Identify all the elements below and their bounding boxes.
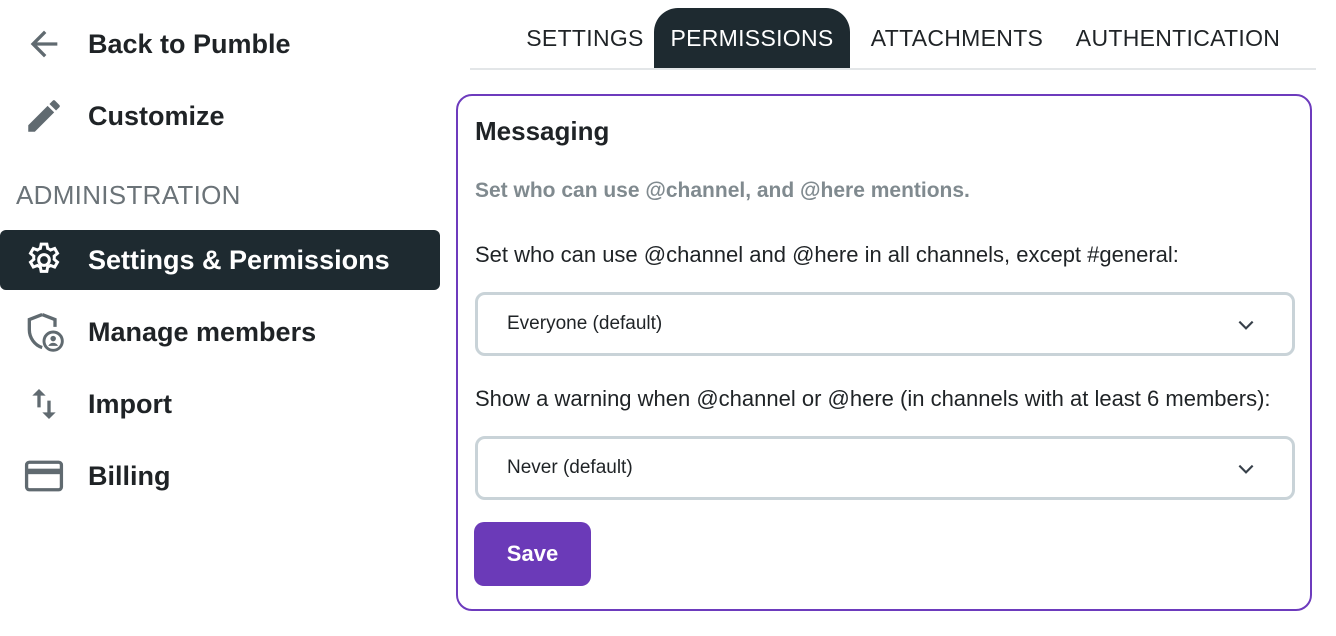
chevron-down-icon bbox=[1238, 464, 1254, 474]
select-value: Everyone (default) bbox=[507, 313, 663, 334]
select-value: Never (default) bbox=[507, 457, 633, 478]
pencil-icon bbox=[20, 92, 68, 140]
channel-mentions-label: Set who can use @channel and @here in al… bbox=[475, 242, 1179, 267]
settings-tabs: SETTINGS PERMISSIONS ATTACHMENTS AUTHENT… bbox=[470, 8, 1316, 70]
card-description: Set who can use @channel, and @here ment… bbox=[475, 179, 970, 202]
sidebar-item-label: Settings & Permissions bbox=[88, 244, 390, 275]
chevron-down-icon bbox=[1238, 320, 1254, 330]
arrow-left-icon bbox=[20, 20, 68, 68]
tab-permissions[interactable]: PERMISSIONS bbox=[654, 8, 850, 68]
tab-attachments[interactable]: ATTACHMENTS bbox=[862, 8, 1052, 68]
swap-vertical-icon bbox=[20, 380, 68, 428]
sidebar-item-label: Billing bbox=[88, 460, 171, 491]
channel-mentions-select[interactable]: Everyone (default) bbox=[475, 292, 1295, 356]
mention-warning-label: Show a warning when @channel or @here (i… bbox=[475, 386, 1271, 411]
save-button[interactable]: Save bbox=[474, 522, 591, 586]
sidebar-item-manage-members[interactable]: Manage members bbox=[0, 302, 440, 362]
back-to-pumble-link[interactable]: Back to Pumble bbox=[0, 14, 440, 74]
sidebar-item-label: Manage members bbox=[88, 316, 317, 347]
customize-link[interactable]: Customize bbox=[0, 86, 440, 146]
shield-user-icon bbox=[20, 308, 68, 356]
tab-settings[interactable]: SETTINGS bbox=[490, 8, 680, 68]
card-title: Messaging bbox=[475, 116, 610, 146]
section-label-administration: ADMINISTRATION bbox=[16, 180, 241, 210]
customize-label: Customize bbox=[88, 100, 225, 131]
credit-card-icon bbox=[20, 452, 68, 500]
sidebar-item-import[interactable]: Import bbox=[0, 374, 440, 434]
mention-warning-select[interactable]: Never (default) bbox=[475, 436, 1295, 500]
sidebar-item-label: Import bbox=[88, 388, 172, 419]
messaging-card: Messaging Set who can use @channel, and … bbox=[456, 94, 1312, 611]
tab-authentication[interactable]: AUTHENTICATION bbox=[1068, 8, 1288, 68]
gear-icon bbox=[20, 236, 68, 284]
sidebar-item-billing[interactable]: Billing bbox=[0, 446, 440, 506]
sidebar-item-settings-permissions[interactable]: Settings & Permissions bbox=[0, 230, 440, 290]
sidebar: Back to Pumble Customize ADMINISTRATION … bbox=[0, 0, 448, 636]
back-to-pumble-label: Back to Pumble bbox=[88, 28, 291, 59]
